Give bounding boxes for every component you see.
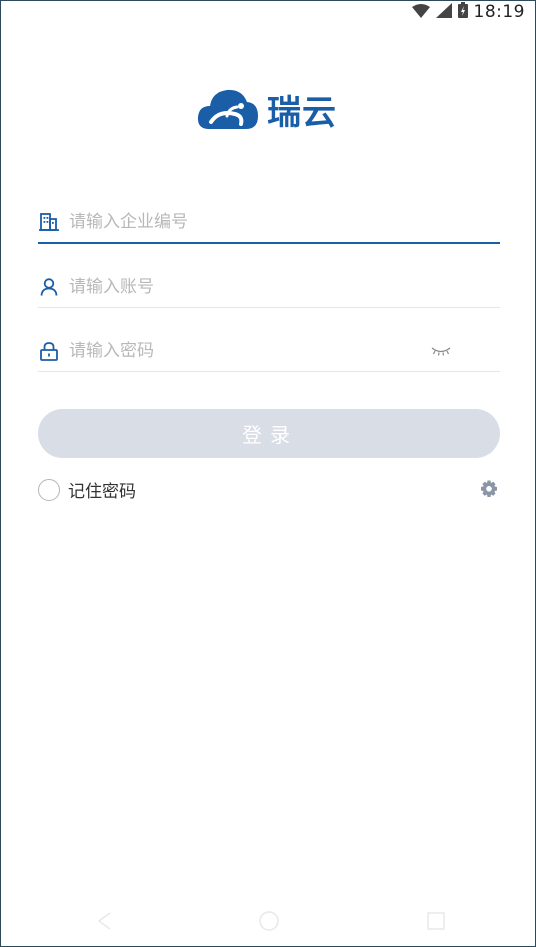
back-icon[interactable]	[89, 906, 119, 936]
user-icon	[38, 276, 60, 298]
logo-text: 瑞云	[267, 93, 337, 133]
wifi-icon	[411, 3, 430, 22]
signal-icon	[435, 2, 452, 22]
nav-bar	[1, 906, 536, 936]
company-input[interactable]	[69, 212, 500, 232]
remember-radio[interactable]	[38, 478, 60, 501]
login-button[interactable]: 登录	[38, 409, 500, 458]
status-bar: 18:19	[411, 1, 526, 23]
company-field[interactable]	[38, 202, 500, 244]
app-logo: 瑞云	[197, 85, 337, 134]
lock-icon	[38, 340, 60, 362]
gear-icon[interactable]	[480, 480, 498, 498]
status-time: 18:19	[473, 2, 525, 22]
app-screen: 18:19 瑞云 请输入企业编号 请输入账号 登录 记住密码	[0, 0, 536, 947]
battery-icon	[457, 2, 468, 22]
account-field[interactable]	[38, 267, 500, 308]
password-field[interactable]	[38, 331, 500, 372]
cloud-logo-icon	[197, 86, 259, 134]
building-icon	[38, 211, 60, 233]
recents-icon[interactable]	[421, 906, 451, 936]
account-input[interactable]	[69, 277, 500, 297]
eye-closed-icon[interactable]	[430, 341, 452, 361]
remember-password-toggle[interactable]: 记住密码	[38, 477, 136, 502]
home-icon[interactable]	[254, 906, 284, 936]
remember-label: 记住密码	[68, 482, 136, 502]
